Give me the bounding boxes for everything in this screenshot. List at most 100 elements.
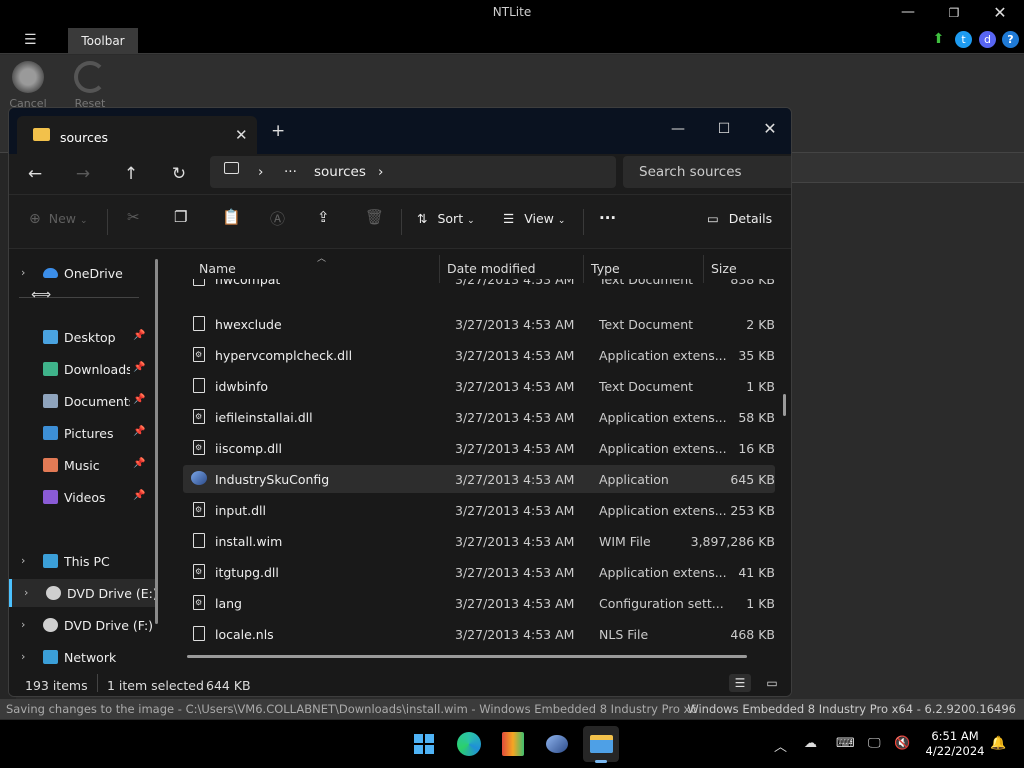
volume-muted-icon[interactable]: 🔇 (894, 736, 910, 751)
table-row[interactable]: hypervcomplcheck.dll 3/27/2013 4:53 AM App… (183, 341, 775, 369)
details-view-icon[interactable]: ☰ (729, 674, 751, 692)
table-row[interactable]: locale.nls 3/27/2013 4:53 AM NLS File 468 K… (183, 620, 775, 648)
update-arrow-icon[interactable]: ⬆ (930, 31, 947, 48)
edge-icon[interactable] (451, 726, 487, 762)
table-row[interactable]: itgtupg.dll 3/27/2013 4:53 AM Application … (183, 558, 775, 586)
breadcrumb-chevron-icon[interactable]: › (378, 164, 383, 180)
file-explorer-icon[interactable] (583, 726, 619, 763)
cancel-button[interactable]: Cancel (2, 61, 54, 110)
pin-icon[interactable]: 📌 (133, 426, 145, 437)
sort-button[interactable]: ⇅ Sort ⌄ (417, 211, 475, 226)
tab-toolbar[interactable]: Toolbar (68, 28, 138, 54)
app-icon[interactable] (539, 726, 575, 762)
keyboard-icon[interactable]: ⌨ (836, 736, 855, 751)
onedrive-offline-icon[interactable]: ☁ (804, 736, 817, 751)
breadcrumb-ellipsis[interactable]: ··· (284, 164, 297, 180)
network-icon[interactable]: 🖵 (868, 736, 881, 751)
windows-start-icon[interactable] (406, 726, 442, 762)
reset-button[interactable]: Reset (64, 61, 116, 110)
pin-icon[interactable]: 📌 (133, 394, 145, 405)
column-size[interactable]: Size (711, 261, 737, 276)
restore-icon[interactable]: ❐ (939, 6, 969, 20)
network-icon (43, 650, 58, 664)
table-row[interactable]: lang 3/27/2013 4:53 AM Configuration sett.… (183, 589, 775, 617)
sidebar-item-music[interactable]: Music 📌 (9, 451, 157, 479)
column-name[interactable]: Name (199, 261, 236, 276)
ntlite-icon[interactable] (495, 726, 531, 762)
chevron-right-icon[interactable]: › (21, 266, 25, 279)
twitter-icon[interactable]: t (955, 31, 972, 48)
minimize-icon[interactable]: — (893, 4, 923, 20)
chevron-up-icon[interactable]: ︿ (774, 736, 787, 755)
sidebar-item-pictures[interactable]: Pictures 📌 (9, 419, 157, 447)
table-row[interactable]: IndustrySkuConfig 3/27/2013 4:53 AM Applic… (183, 465, 775, 493)
sidebar-item-dvd-drive-e-w[interactable]: › DVD Drive (E:) W (9, 579, 157, 607)
back-icon[interactable]: ← (21, 162, 49, 186)
paste-icon[interactable]: 📋 (222, 208, 241, 226)
table-row[interactable]: hwcompat 3/27/2013 4:53 AM Text Document 83… (183, 279, 775, 293)
sidebar-item-desktop[interactable]: Desktop 📌 (9, 323, 157, 351)
cell-type: Text Document (599, 317, 694, 332)
cell-size: 1 KB (746, 379, 775, 394)
sidebar-scrollbar[interactable] (155, 259, 158, 624)
command-bar: ⊕ New ⌄ ✂ ❐ 📋 Ⓐ ⇪ 🗑 ⇅ Sort ⌄ ☰ View ⌄ ··… (9, 194, 791, 249)
sidebar-item-onedrive[interactable]: › OneDrive (9, 259, 157, 287)
folder-icon (33, 128, 50, 141)
sidebar-item-downloads[interactable]: Downloads 📌 (9, 355, 157, 383)
sidebar-item-documents[interactable]: Documents 📌 (9, 387, 157, 415)
more-options-icon[interactable]: ··· (599, 209, 616, 227)
details-button[interactable]: ▭ Details (707, 211, 772, 226)
chevron-right-icon[interactable]: › (21, 554, 25, 567)
chevron-right-icon[interactable]: › (21, 618, 25, 631)
share-icon[interactable]: ⇪ (317, 208, 330, 226)
help-icon[interactable]: ? (1002, 31, 1019, 48)
cut-icon[interactable]: ✂ (127, 208, 140, 226)
delete-icon[interactable]: 🗑 (365, 208, 384, 226)
search-input[interactable]: Search sources (623, 156, 791, 188)
cell-type: NLS File (599, 627, 649, 642)
close-icon[interactable]: ✕ (985, 3, 1015, 22)
sidebar-item-dvd-drive-f-w[interactable]: › DVD Drive (F:) W (9, 611, 157, 639)
table-row[interactable]: install.wim 3/27/2013 4:53 AM WIM File 3,89… (183, 527, 775, 555)
pin-icon[interactable]: 📌 (133, 458, 145, 469)
sidebar-item-videos[interactable]: Videos 📌 (9, 483, 157, 511)
new-button[interactable]: ⊕ New ⌄ (29, 211, 88, 227)
breadcrumb-sources[interactable]: sources (314, 164, 366, 180)
column-date-modified[interactable]: Date modified (447, 261, 536, 276)
pin-icon[interactable]: 📌 (133, 362, 145, 373)
horizontal-scrollbar[interactable] (187, 655, 747, 658)
tab-sources[interactable]: sources ✕ (17, 116, 257, 154)
forward-icon[interactable]: → (69, 162, 97, 186)
pin-icon[interactable]: 📌 (133, 490, 145, 501)
copy-icon[interactable]: ❐ (174, 208, 187, 226)
discord-icon[interactable]: d (979, 31, 996, 48)
minimize-icon[interactable]: — (655, 114, 701, 144)
chevron-right-icon[interactable]: › (24, 586, 28, 599)
pin-icon[interactable]: 📌 (133, 330, 145, 341)
chevron-right-icon[interactable]: › (21, 650, 25, 663)
notification-bell-icon[interactable]: 🔔 (990, 736, 1006, 751)
clock[interactable]: 6:51 AM 4/22/2024 (920, 729, 990, 759)
vertical-scrollbar[interactable] (783, 394, 786, 416)
breadcrumb-chevron-icon[interactable]: › (258, 164, 263, 180)
view-button[interactable]: ☰ View ⌄ (503, 211, 565, 226)
table-row[interactable]: iefileinstallai.dll 3/27/2013 4:53 AM Appl… (183, 403, 775, 431)
reset-icon (74, 61, 106, 93)
tiles-view-icon[interactable]: ▭ (761, 674, 783, 692)
sidebar-item-this-pc[interactable]: › This PC (9, 547, 157, 575)
table-row[interactable]: idwbinfo 3/27/2013 4:53 AM Text Document 1 … (183, 372, 775, 400)
refresh-icon[interactable]: ↻ (165, 162, 193, 186)
table-row[interactable]: iiscomp.dll 3/27/2013 4:53 AM Application … (183, 434, 775, 462)
table-row[interactable]: hwexclude 3/27/2013 4:53 AM Text Document 2… (183, 310, 775, 338)
close-icon[interactable]: ✕ (747, 114, 791, 144)
selected-count: 1 item selected (107, 678, 204, 693)
maximize-icon[interactable]: ☐ (701, 114, 747, 144)
address-field[interactable]: › ··· sources › (210, 156, 616, 188)
column-type[interactable]: Type (591, 261, 620, 276)
table-row[interactable]: input.dll 3/27/2013 4:53 AM Application ex… (183, 496, 775, 524)
new-tab-icon[interactable]: + (271, 121, 285, 141)
rename-icon[interactable]: Ⓐ (270, 208, 285, 229)
hamburger-icon[interactable]: ☰ (24, 32, 37, 48)
up-icon[interactable]: ↑ (117, 162, 145, 186)
tab-close-icon[interactable]: ✕ (235, 126, 248, 144)
